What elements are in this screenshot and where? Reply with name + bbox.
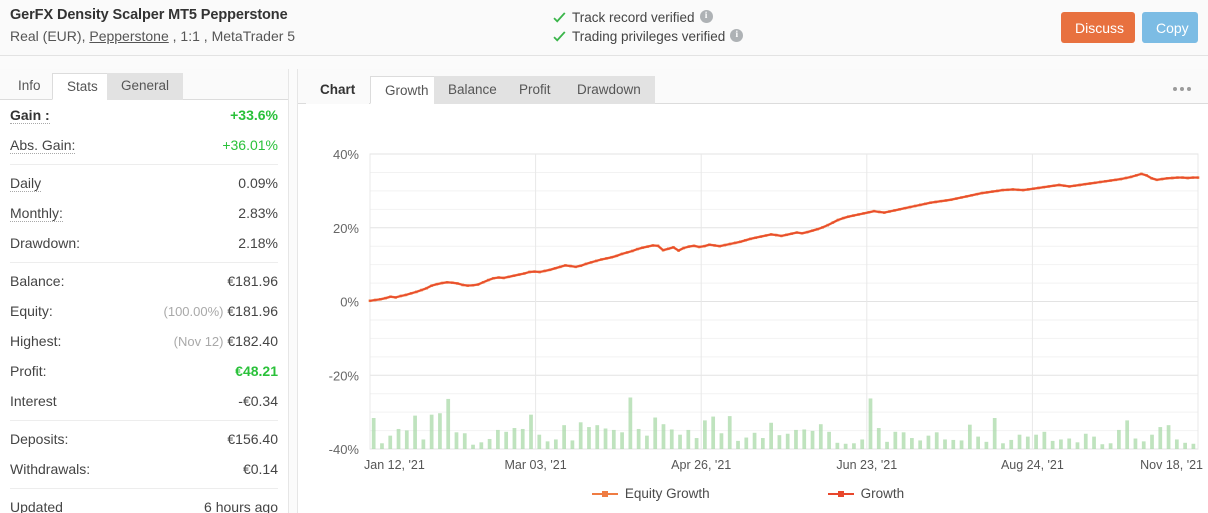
stat-row-interest: Interest -€0.34 xyxy=(10,386,278,416)
stat-value: 2.18% xyxy=(238,235,278,251)
tab-general[interactable]: General xyxy=(107,73,184,100)
verification-label: Trading privileges verified xyxy=(572,29,726,44)
stat-label: Withdrawals: xyxy=(10,461,91,477)
stat-label[interactable]: Abs. Gain: xyxy=(10,137,76,154)
page-header: GerFX Density Scalper MT5 Pepperstone Re… xyxy=(0,0,1208,56)
info-icon[interactable]: i xyxy=(699,10,713,23)
tab-balance[interactable]: Balance xyxy=(434,76,511,104)
tab-profit[interactable]: Profit xyxy=(505,76,565,104)
broker-link[interactable]: Pepperstone xyxy=(89,28,168,44)
stat-value: €156.40 xyxy=(227,431,278,447)
stat-label: Highest: xyxy=(10,333,62,349)
divider xyxy=(10,488,278,489)
stats-tabbar: Info Stats General xyxy=(0,69,288,100)
svg-text:40%: 40% xyxy=(333,147,359,162)
svg-text:Jun 23, '21: Jun 23, '21 xyxy=(836,458,897,472)
stat-label: Drawdown: xyxy=(10,235,81,251)
stat-value: (100.00%) €181.96 xyxy=(164,296,278,327)
tab-stats[interactable]: Stats xyxy=(52,73,113,100)
stat-value: €0.14 xyxy=(242,461,278,477)
stat-row-daily: Daily 0.09% xyxy=(10,168,278,198)
stat-label[interactable]: Gain : xyxy=(10,107,50,124)
divider xyxy=(10,262,278,263)
stat-value: (Nov 12) €182.40 xyxy=(174,326,278,357)
divider xyxy=(10,420,278,421)
chart-section-label: Chart xyxy=(306,76,370,104)
stat-row-gain: Gain : +33.6% xyxy=(10,100,278,130)
account-type: Real (EUR), xyxy=(10,28,90,44)
check-icon xyxy=(553,31,566,42)
svg-text:20%: 20% xyxy=(333,221,359,236)
svg-text:Nov 18, '21: Nov 18, '21 xyxy=(1140,458,1203,472)
tab-info[interactable]: Info xyxy=(4,73,55,100)
discuss-button[interactable]: Discuss xyxy=(1061,12,1135,43)
legend-item-growth[interactable]: Growth xyxy=(827,486,905,501)
stat-row-monthly: Monthly: 2.83% xyxy=(10,198,278,228)
legend-swatch-icon xyxy=(591,489,618,499)
legend-label: Growth xyxy=(860,486,905,501)
stat-label: Interest xyxy=(10,393,57,409)
verification-block: Track record verified i Trading privileg… xyxy=(552,8,744,46)
verification-row-trading-privileges: Trading privileges verified i xyxy=(552,27,744,46)
svg-text:0%: 0% xyxy=(340,295,359,310)
stat-label: Balance: xyxy=(10,273,65,289)
verification-label: Track record verified xyxy=(572,10,695,25)
stat-row-withdrawals: Withdrawals: €0.14 xyxy=(10,454,278,484)
svg-text:-40%: -40% xyxy=(329,442,360,457)
stat-value: €181.96 xyxy=(227,273,278,289)
stat-label: Equity: xyxy=(10,303,53,319)
stat-row-updated: Updated 6 hours ago xyxy=(10,492,278,513)
stat-label: Profit: xyxy=(10,363,47,379)
svg-text:Jan 12, '21: Jan 12, '21 xyxy=(364,458,425,472)
account-meta: , 1:1 , MetaTrader 5 xyxy=(168,28,296,44)
page-title: GerFX Density Scalper MT5 Pepperstone xyxy=(10,7,288,23)
stat-label[interactable]: Daily xyxy=(10,175,42,192)
stats-panel: Info Stats General Gain : +33.6% Abs. Ga… xyxy=(0,69,289,513)
stat-row-profit: Profit: €48.21 xyxy=(10,356,278,386)
svg-text:-20%: -20% xyxy=(329,368,360,383)
chart-tabbar: Chart Growth Balance Profit Drawdown xyxy=(298,69,1208,104)
stat-value: -€0.34 xyxy=(238,393,278,409)
chart-legend: Equity Growth Growth xyxy=(298,486,1198,501)
copy-button[interactable]: Copy xyxy=(1142,12,1198,43)
legend-label: Equity Growth xyxy=(624,486,710,501)
stat-row-deposits: Deposits: €156.40 xyxy=(10,424,278,454)
profile-page: GerFX Density Scalper MT5 Pepperstone Re… xyxy=(0,0,1208,513)
stat-value: +33.6% xyxy=(230,107,278,123)
tab-growth[interactable]: Growth xyxy=(370,76,444,104)
verification-row-track-record: Track record verified i xyxy=(552,8,743,27)
chart-panel: Chart Growth Balance Profit Drawdown 40%… xyxy=(297,69,1208,513)
stat-value-amount: €182.40 xyxy=(227,333,278,349)
stat-value: €48.21 xyxy=(235,363,278,379)
stat-label: Deposits: xyxy=(10,431,69,447)
legend-item-equity-growth[interactable]: Equity Growth xyxy=(591,486,710,501)
stat-row-drawdown: Drawdown: 2.18% xyxy=(10,228,278,258)
stat-row-abs-gain: Abs. Gain: +36.01% xyxy=(10,130,278,160)
svg-text:Apr 26, '21: Apr 26, '21 xyxy=(671,458,731,472)
divider xyxy=(10,164,278,165)
stat-value: 0.09% xyxy=(238,175,278,191)
svg-text:Mar 03, '21: Mar 03, '21 xyxy=(505,458,567,472)
stat-value-amount: €181.96 xyxy=(227,303,278,319)
stat-label: Updated xyxy=(10,499,63,513)
stat-row-balance: Balance: €181.96 xyxy=(10,266,278,296)
ellipsis-icon[interactable] xyxy=(1164,79,1200,99)
stat-value-prefix: (Nov 12) xyxy=(173,334,224,349)
tab-drawdown[interactable]: Drawdown xyxy=(563,76,655,104)
legend-swatch-icon xyxy=(827,489,854,499)
info-icon[interactable]: i xyxy=(730,29,744,42)
stat-row-highest: Highest: (Nov 12) €182.40 xyxy=(10,326,278,356)
svg-text:Aug 24, '21: Aug 24, '21 xyxy=(1001,458,1064,472)
check-icon xyxy=(553,12,566,23)
growth-chart: 40% 20% 0% -20% -40% Jan 12, '21 Mar 03, '21 Ap… xyxy=(298,104,1208,512)
stats-list: Gain : +33.6% Abs. Gain: +36.01% Daily 0… xyxy=(0,100,288,513)
stat-value-prefix: (100.00%) xyxy=(163,304,224,319)
stat-value: 6 hours ago xyxy=(204,499,278,513)
stat-label[interactable]: Monthly: xyxy=(10,205,63,222)
growth-chart-svg[interactable]: 40% 20% 0% -20% -40% Jan 12, '21 Mar 03, '21 Ap… xyxy=(298,104,1208,512)
account-subtitle: Real (EUR), Pepperstone , 1:1 , MetaTrad… xyxy=(10,28,295,44)
stat-value: +36.01% xyxy=(222,137,278,153)
stat-value: 2.83% xyxy=(238,205,278,221)
stat-row-equity: Equity: (100.00%) €181.96 xyxy=(10,296,278,326)
